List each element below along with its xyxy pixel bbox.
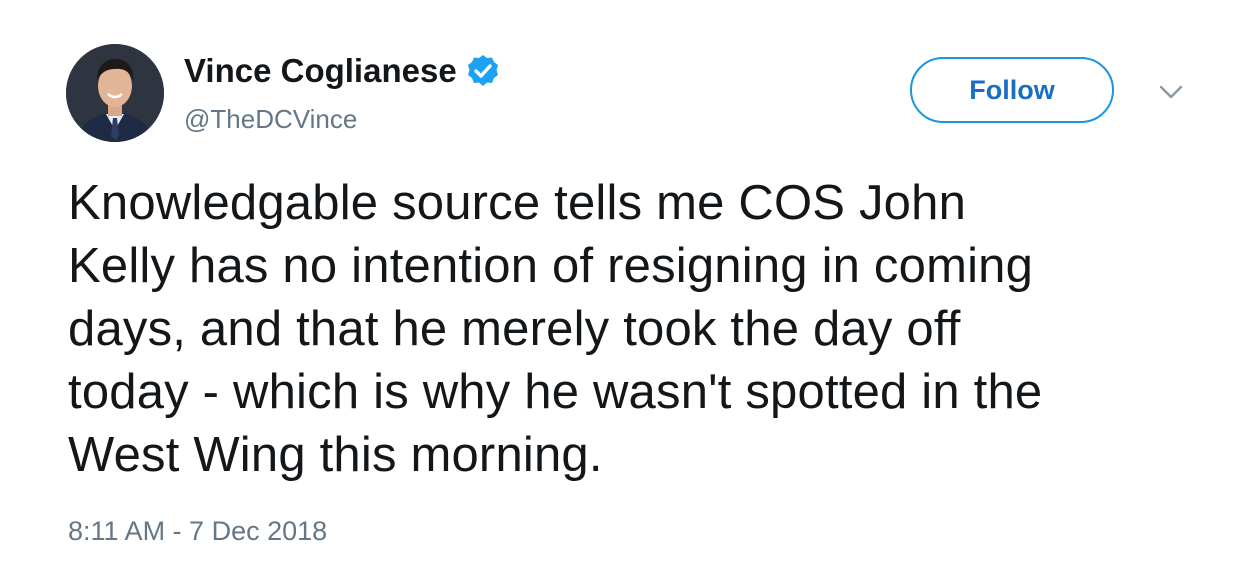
author-handle[interactable]: @TheDCVince	[184, 104, 357, 135]
tweet-text: Knowledgable source tells me COS John Ke…	[68, 172, 1218, 487]
profile-photo-icon	[66, 44, 164, 142]
tweet-timestamp[interactable]: 8:11 AM - 7 Dec 2018	[68, 516, 327, 547]
verified-badge-icon	[465, 53, 501, 89]
author-name[interactable]: Vince Coglianese	[184, 52, 501, 90]
tweet-text-line: West Wing this morning.	[68, 428, 603, 482]
tweet-text-line: today - which is why he wasn't spotted i…	[68, 365, 1043, 419]
tweet-text-line: days, and that he merely took the day of…	[68, 302, 961, 356]
chevron-down-icon[interactable]	[1156, 82, 1186, 102]
avatar[interactable]	[66, 44, 164, 142]
tweet-text-line: Knowledgable source tells me COS John	[68, 176, 967, 230]
author-name-text: Vince Coglianese	[184, 52, 457, 89]
follow-button[interactable]: Follow	[910, 57, 1114, 123]
tweet-card: Vince Coglianese @TheDCVince Follow Know…	[0, 0, 1250, 568]
tweet-text-line: Kelly has no intention of resigning in c…	[68, 239, 1034, 293]
